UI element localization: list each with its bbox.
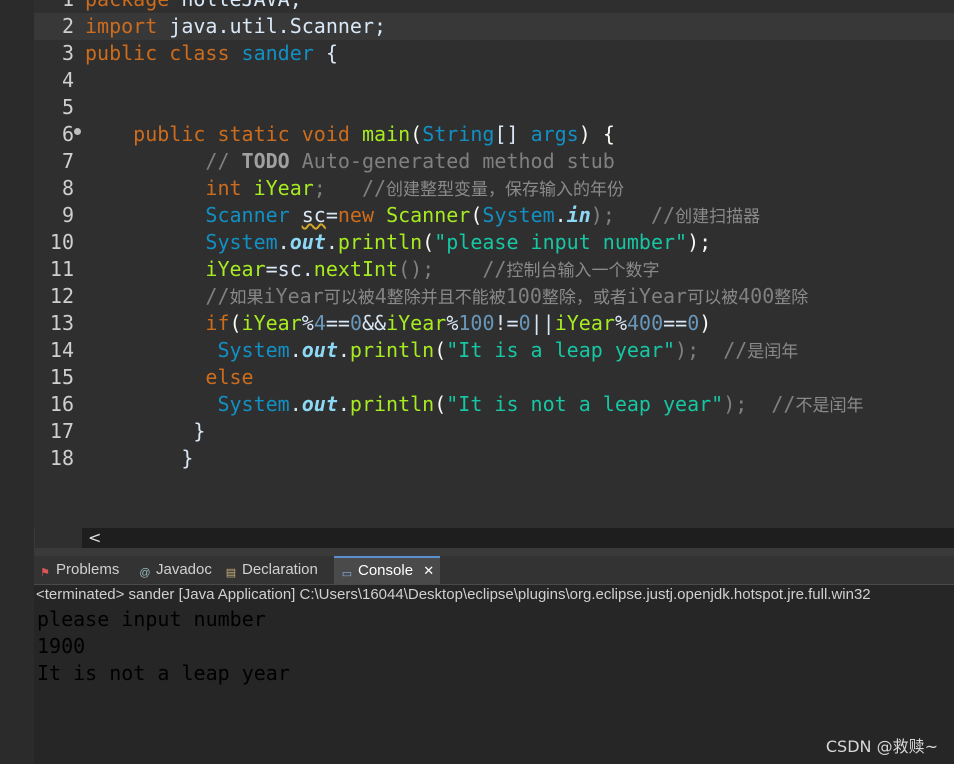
code-text: package nolleJAVA; [85, 0, 302, 13]
code-line[interactable]: 17 } [34, 418, 954, 445]
line-number: 1 [34, 0, 74, 13]
code-line[interactable]: 9 Scanner sc=new Scanner(System.in); //创… [34, 202, 954, 229]
terminated-status: <terminated> sander [Java Application] C… [36, 586, 871, 603]
code-line[interactable]: 18 } [34, 445, 954, 472]
line-number: 16 [49, 392, 74, 416]
code-line[interactable]: 15 else [34, 364, 954, 391]
code-text: //如果iYear可以被4整除并且不能被100整除，或者iYear可以被400整… [85, 284, 809, 308]
code-line[interactable]: 4 [34, 67, 954, 94]
panel-divider [34, 548, 954, 556]
tab-declaration-label: Declaration [242, 561, 318, 578]
code-line[interactable]: 11 iYear=sc.nextInt(); //控制台输入一个数字 [34, 256, 954, 283]
code-text: } [85, 446, 194, 470]
code-text: System.out.println("please input number"… [85, 230, 712, 254]
scroll-left-icon[interactable]: < [88, 528, 101, 548]
line-number: 11 [49, 257, 74, 281]
tab-problems-label: Problems [56, 561, 120, 578]
code-line[interactable]: 14 System.out.println("It is a leap year… [34, 337, 954, 364]
code-line[interactable]: 2 import java.util.Scanner; [34, 13, 954, 40]
line-number: 15 [49, 365, 74, 389]
tab-problems[interactable]: ⚑ Problems [38, 556, 119, 584]
tab-console[interactable]: ▭ Console ✕ [334, 556, 440, 584]
close-icon[interactable]: ✕ [423, 563, 434, 578]
code-editor[interactable]: 1 package nolleJAVA; 2 import java.util.Sca… [34, 0, 954, 528]
fold-icon[interactable] [74, 128, 81, 135]
line-number: 18 [49, 446, 74, 470]
line-number: 2 [61, 14, 74, 38]
console-view[interactable]: <terminated> sander [Java Application] C… [34, 585, 954, 764]
line-number: 9 [61, 203, 74, 227]
code-line[interactable]: 5 [34, 94, 954, 121]
code-text: public static void main(String[] args) { [85, 122, 615, 146]
views-tab-bar: ⚑ Problems @ Javadoc ▤ Declaration ▭ Console… [34, 556, 954, 585]
code-line[interactable]: 10 System.out.println("please input numb… [34, 229, 954, 256]
problems-icon: ⚑ [40, 567, 50, 579]
code-line[interactable]: 7 // TODO Auto-generated method stub [34, 148, 954, 175]
line-number: 6 [61, 122, 74, 146]
code-text: // TODO Auto-generated method stub [85, 149, 615, 173]
line-number: 13 [49, 311, 74, 335]
line-number: 17 [49, 419, 74, 443]
code-text: System.out.println("It is a leap year");… [85, 338, 799, 362]
line-number: 5 [61, 95, 74, 119]
code-text: } [85, 419, 206, 443]
code-text: else [85, 365, 254, 389]
code-line[interactable]: 6 public static void main(String[] args)… [34, 121, 954, 148]
code-text: if(iYear%4==0&&iYear%100!=0||iYear%400==… [85, 311, 712, 335]
tab-console-label: Console [358, 562, 414, 579]
code-line[interactable]: 1 package nolleJAVA; [34, 0, 954, 13]
line-number: 3 [61, 41, 74, 65]
line-number: 7 [61, 149, 74, 173]
code-line[interactable]: 8 int iYear; //创建整型变量，保存输入的年份 [34, 175, 954, 202]
console-input-line: 1900 [37, 634, 86, 658]
left-trim [0, 0, 35, 764]
line-number: 12 [49, 284, 74, 308]
code-line[interactable]: 13 if(iYear%4==0&&iYear%100!=0||iYear%40… [34, 310, 954, 337]
horizontal-scrollbar[interactable]: < [82, 528, 954, 548]
tab-javadoc-label: Javadoc [156, 561, 212, 578]
line-number: 14 [49, 338, 74, 362]
code-text: public class sander { [85, 41, 338, 65]
code-text: System.out.println("It is not a leap yea… [85, 392, 864, 416]
line-number: 10 [49, 230, 74, 254]
watermark: CSDN @救赎~ [825, 737, 938, 756]
code-line[interactable]: 16 System.out.println("It is not a leap … [34, 391, 954, 418]
code-text: import java.util.Scanner; [85, 14, 387, 38]
console-output-line: It is not a leap year [37, 661, 290, 685]
line-number: 8 [61, 176, 74, 200]
line-number: 4 [61, 68, 74, 92]
tab-javadoc[interactable]: @ Javadoc [138, 556, 212, 584]
declaration-icon: ▤ [225, 567, 237, 579]
javadoc-icon: @ [139, 567, 151, 579]
console-icon: ▭ [341, 568, 353, 580]
code-text: int iYear; //创建整型变量，保存输入的年份 [85, 176, 625, 200]
code-text: Scanner sc=new Scanner(System.in); //创建扫… [85, 203, 761, 227]
code-text: iYear=sc.nextInt(); //控制台输入一个数字 [85, 257, 660, 281]
tab-declaration[interactable]: ▤ Declaration [224, 556, 318, 584]
code-line[interactable]: 3 public class sander { [34, 40, 954, 67]
code-line[interactable]: 12 //如果iYear可以被4整除并且不能被100整除，或者iYear可以被4… [34, 283, 954, 310]
console-output-line: please input number [37, 607, 266, 631]
